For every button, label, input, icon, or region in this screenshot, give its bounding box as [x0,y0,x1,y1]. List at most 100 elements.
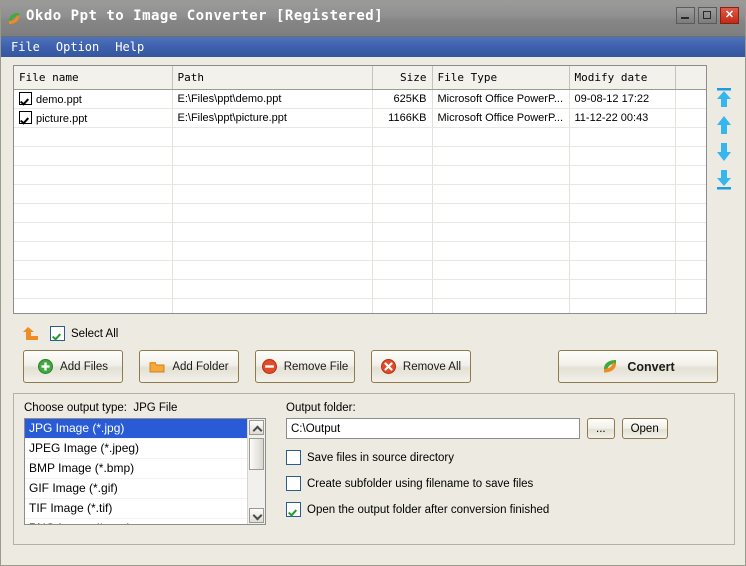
table-row-empty [14,280,707,299]
column-header-file-type[interactable]: File Type [432,66,569,90]
cell-path: E:\Files\ppt\picture.ppt [172,109,372,128]
select-all-checkbox[interactable] [50,326,65,341]
column-header-file-name[interactable]: File name [14,66,172,90]
chevron-down-icon [253,511,263,521]
window-controls: ✕ [676,7,739,24]
file-name-text: picture.ppt [36,113,87,125]
swirl-icon [6,10,23,27]
move-to-top-button[interactable] [713,86,735,110]
remove-all-button[interactable]: Remove All [371,350,471,383]
move-down-button[interactable] [713,140,735,164]
create-subfolder-checkbox[interactable] [286,476,301,491]
output-type-option-jpg[interactable]: JPG Image (*.jpg) [25,419,248,439]
close-button[interactable]: ✕ [720,7,739,24]
minimize-button[interactable] [676,7,695,24]
action-buttons: Add Files Add Folder Remove File [23,350,471,383]
output-folder-input[interactable] [286,418,580,439]
output-type-option-jpeg[interactable]: JPEG Image (*.jpeg) [25,439,248,459]
option-row-create-subfolder: Create subfolder using filename to save … [286,476,726,491]
add-folder-label: Add Folder [172,361,228,373]
output-type-label-row: Choose output type: JPG File [24,402,266,414]
app-window: Okdo Ppt to Image Converter [Registered]… [0,0,746,566]
order-buttons [713,86,739,191]
open-output-folder-checkbox[interactable] [286,502,301,517]
cell-file-name: demo.ppt [14,90,172,109]
create-subfolder-label[interactable]: Create subfolder using filename to save … [307,478,533,490]
column-header-extra[interactable] [675,66,707,90]
move-to-bottom-button[interactable] [713,167,735,191]
file-list[interactable]: File name Path Size File Type Modify dat… [13,65,707,314]
add-folder-button[interactable]: Add Folder [139,350,239,383]
remove-file-button[interactable]: Remove File [255,350,355,383]
output-type-option-png[interactable]: PNG Image (*.png) [25,519,248,525]
cell-size: 625KB [372,90,432,109]
convert-label: Convert [627,360,674,374]
cell-file-type: Microsoft Office PowerP... [432,109,569,128]
add-files-label: Add Files [60,361,108,373]
chevron-up-icon [253,426,263,436]
output-type-scrollbar[interactable] [247,419,265,524]
swirl-icon [601,357,620,376]
orange-up-arrow-icon[interactable] [21,325,40,342]
folder-icon [149,360,165,374]
cell-modify-date: 09-08-12 17:22 [569,90,675,109]
cell-extra [675,90,707,109]
open-folder-button[interactable]: Open [622,418,668,439]
table-row-empty [14,128,707,147]
table-row[interactable]: demo.ppt E:\Files\ppt\demo.ppt 625KB Mic… [14,90,707,109]
maximize-button[interactable] [698,7,717,24]
maximize-icon [703,11,711,19]
cell-path: E:\Files\ppt\demo.ppt [172,90,372,109]
select-all-label[interactable]: Select All [71,328,118,340]
output-settings-group: Choose output type: JPG File JPG Image (… [13,393,735,545]
add-files-button[interactable]: Add Files [23,350,123,383]
column-header-path[interactable]: Path [172,66,372,90]
table-row-empty [14,147,707,166]
output-type-value: JPG File [133,402,177,414]
option-row-save-in-source: Save files in source directory [286,450,726,465]
menu-item-file[interactable]: File [5,39,46,55]
output-type-option-bmp[interactable]: BMP Image (*.bmp) [25,459,248,479]
output-type-option-gif[interactable]: GIF Image (*.gif) [25,479,248,499]
scrollbar-thumb[interactable] [249,438,264,470]
convert-button[interactable]: Convert [558,350,718,383]
column-header-modify-date[interactable]: Modify date [569,66,675,90]
cell-file-type: Microsoft Office PowerP... [432,90,569,109]
title-bar: Okdo Ppt to Image Converter [Registered]… [1,1,745,37]
table-row-empty [14,204,707,223]
table-row-empty [14,299,707,315]
save-in-source-label[interactable]: Save files in source directory [307,452,454,464]
browse-folder-button[interactable]: ... [587,418,615,439]
select-all-row: Select All [21,325,118,342]
table-row[interactable]: picture.ppt E:\Files\ppt\picture.ppt 116… [14,109,707,128]
row-checkbox[interactable] [19,111,32,124]
open-output-folder-label[interactable]: Open the output folder after conversion … [307,504,549,516]
output-type-listbox[interactable]: JPG Image (*.jpg) JPEG Image (*.jpeg) BM… [24,418,266,525]
column-header-size[interactable]: Size [372,66,432,90]
save-in-source-checkbox[interactable] [286,450,301,465]
cell-size: 1166KB [372,109,432,128]
scroll-up-button[interactable] [249,420,264,435]
row-checkbox[interactable] [19,92,32,105]
scroll-down-button[interactable] [249,508,264,523]
output-type-label: Choose output type: [24,402,127,414]
output-folder-row: ... Open [286,418,726,439]
cell-extra [675,109,707,128]
menu-item-option[interactable]: Option [50,39,105,55]
file-list-table: File name Path Size File Type Modify dat… [14,66,707,314]
table-row-empty [14,223,707,242]
output-type-option-tif[interactable]: TIF Image (*.tif) [25,499,248,519]
remove-file-label: Remove File [284,361,349,373]
green-plus-icon [38,359,53,374]
table-header-row: File name Path Size File Type Modify dat… [14,66,707,90]
cell-file-name: picture.ppt [14,109,172,128]
option-row-open-output: Open the output folder after conversion … [286,502,726,517]
output-folder-section: Output folder: ... Open Save files in so… [286,402,726,517]
menu-bar: File Option Help [1,37,745,57]
table-row-empty [14,166,707,185]
output-type-options: JPG Image (*.jpg) JPEG Image (*.jpeg) BM… [25,419,248,525]
remove-all-label: Remove All [403,361,461,373]
menu-item-help[interactable]: Help [109,39,150,55]
window-title: Okdo Ppt to Image Converter [Registered] [26,8,383,24]
move-up-button[interactable] [713,113,735,137]
